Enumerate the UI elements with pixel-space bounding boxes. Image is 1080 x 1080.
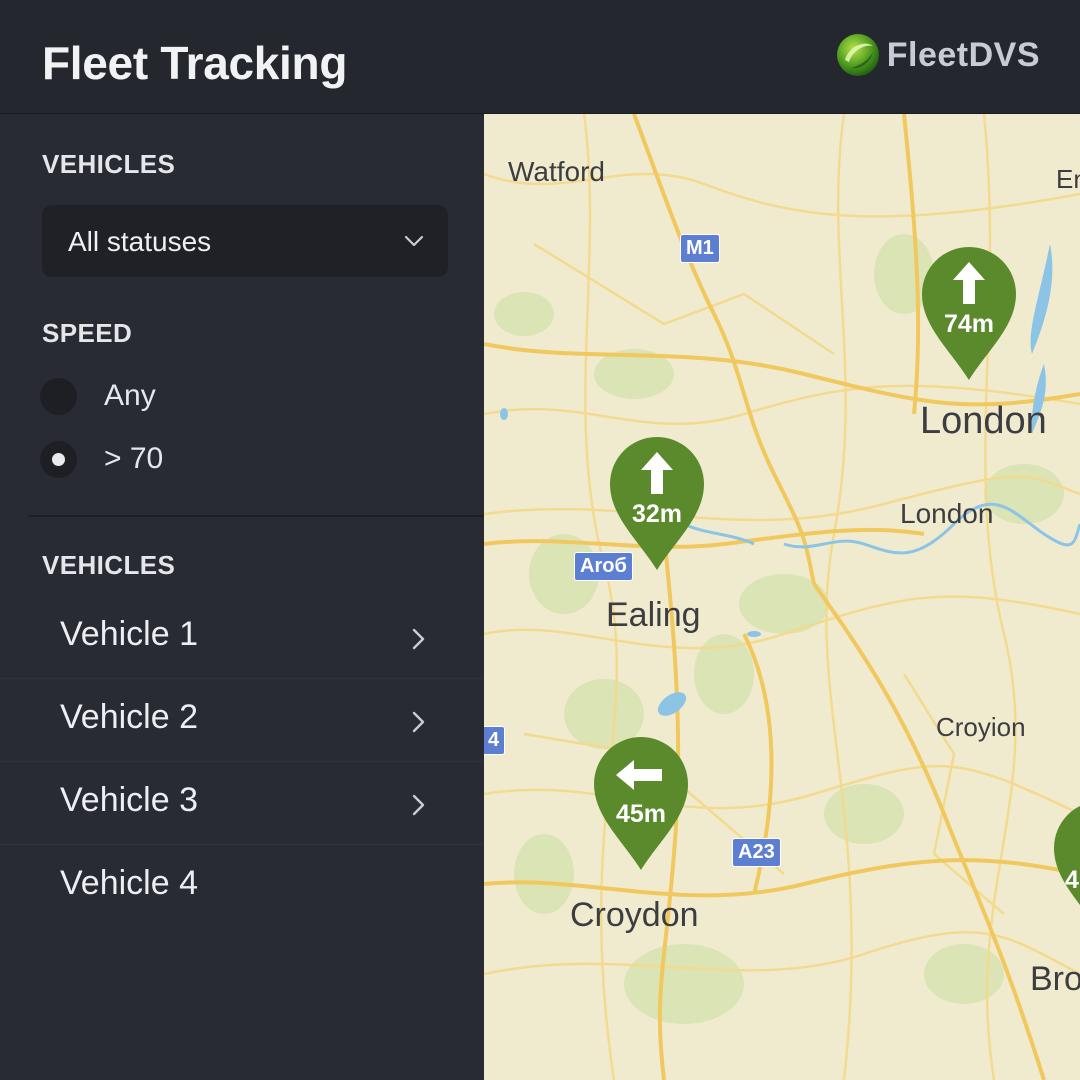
vehicle-name: Vehicle 3 <box>60 781 198 819</box>
map-view[interactable]: Watford En London London Ealing Croyion … <box>484 114 1080 1080</box>
map-place-label: Croydon <box>570 896 699 934</box>
chevron-right-icon <box>412 794 425 816</box>
map-place-label: London <box>920 400 1047 442</box>
vehicles-filter-heading: VEHICLES <box>42 149 176 179</box>
brand-logo-icon <box>836 34 879 76</box>
brand-name: FleetDVS <box>886 35 1040 74</box>
speed-option-over-70[interactable]: > 70 <box>40 439 340 479</box>
status-select-value: All statuses <box>68 226 212 257</box>
vehicle-marker[interactable]: 74m <box>920 246 1018 382</box>
arrow-left-icon <box>616 760 662 790</box>
chevron-right-icon <box>412 711 425 733</box>
road-shield: M1 <box>680 234 720 263</box>
map-place-label: Croyion <box>936 712 1026 742</box>
app-header: Fleet Tracking FleetDVS <box>0 0 1080 114</box>
map-place-label: Watford <box>508 156 605 187</box>
speed-option-label: > 70 <box>104 442 164 475</box>
radio-button[interactable] <box>40 378 77 415</box>
marker-label: 4 <box>1065 866 1079 894</box>
speed-option-label: Any <box>104 379 156 412</box>
map-place-label: En <box>1056 164 1080 194</box>
page-title: Fleet Tracking <box>42 37 348 89</box>
map-place-label: Bro <box>1030 960 1080 998</box>
vehicle-marker[interactable]: 4 <box>1052 800 1080 936</box>
speed-filter-heading: SPEED <box>42 318 133 348</box>
map-place-label: London <box>900 498 994 529</box>
vehicle-list-item[interactable]: Vehicle 4 <box>0 846 484 928</box>
brand: FleetDVS <box>835 32 1040 78</box>
marker-label: 45m <box>615 800 667 828</box>
marker-label: 32m <box>631 500 683 528</box>
marker-label: 74m <box>943 310 995 338</box>
speed-option-any[interactable]: Any <box>40 376 340 416</box>
arrow-up-icon <box>953 262 985 304</box>
vehicle-name: Vehicle 4 <box>60 864 198 902</box>
divider <box>28 515 484 517</box>
vehicle-marker[interactable]: 45m <box>592 736 690 872</box>
vehicle-name: Vehicle 1 <box>60 615 198 653</box>
road-shield: A23 <box>732 838 781 867</box>
vehicle-list-heading: VEHICLES <box>42 550 176 580</box>
sidebar: VEHICLES All statuses SPEED Any > 70 VEH… <box>0 114 484 1080</box>
vehicle-list-item[interactable]: Vehicle 1 <box>0 597 484 679</box>
vehicle-list-item[interactable]: Vehicle 3 <box>0 763 484 845</box>
arrow-up-icon <box>641 452 673 494</box>
vehicle-list-item[interactable]: Vehicle 2 <box>0 680 484 762</box>
status-select[interactable]: All statuses <box>42 205 448 277</box>
radio-button[interactable] <box>40 441 77 478</box>
vehicle-marker[interactable]: 32m <box>608 436 706 572</box>
vehicle-name: Vehicle 2 <box>60 698 198 736</box>
chevron-right-icon <box>412 628 425 650</box>
radio-selected-dot <box>52 453 65 466</box>
road-shield: 4 <box>484 726 506 755</box>
map-place-label: Ealing <box>606 596 701 634</box>
chevron-down-icon <box>404 235 424 247</box>
